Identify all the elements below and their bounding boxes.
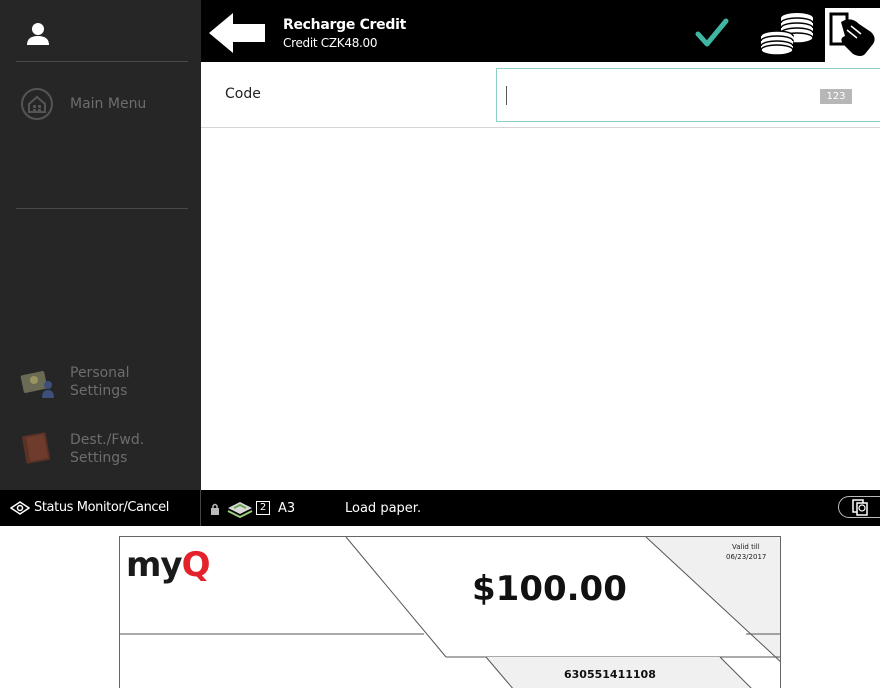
code-input[interactable]: 123 <box>496 68 880 122</box>
status-monitor-label: Status Monitor/Cancel <box>34 500 169 515</box>
sidebar-divider <box>16 208 188 209</box>
sidebar-item-label: Main Menu <box>70 96 147 112</box>
credit-balance: Credit CZK48.00 <box>283 36 378 50</box>
device-screen: Main Menu Personal Settings Dest./Fwd. S… <box>0 0 880 526</box>
logo-accent: Q <box>181 545 211 585</box>
status-monitor-icon <box>10 501 30 515</box>
lock-icon <box>211 503 219 515</box>
sidebar-item-personal-settings[interactable]: Personal Settings <box>0 362 201 402</box>
numeric-keyboard-badge[interactable]: 123 <box>820 89 852 104</box>
main-content: Code 123 <box>201 62 880 490</box>
code-label: Code <box>225 86 261 102</box>
credit-voucher: myQ $100.00 Valid till 06/23/2017 630551… <box>119 536 781 688</box>
personal-settings-icon <box>20 371 54 398</box>
back-arrow-icon[interactable] <box>207 12 267 54</box>
paper-size: A3 <box>278 501 296 516</box>
voucher-amount: $100.00 <box>472 569 627 609</box>
myq-logo: myQ <box>126 547 210 583</box>
sidebar-item-label-line2: Settings <box>70 383 128 399</box>
voucher-serial: 630551411108 <box>564 668 656 681</box>
sidebar-item-label: Dest./Fwd. Settings <box>70 431 144 467</box>
status-right-button[interactable] <box>838 496 880 518</box>
sidebar-item-label-line1: Personal <box>70 365 130 381</box>
checkmark-icon[interactable] <box>695 18 729 48</box>
voucher-layout-lines <box>120 537 780 688</box>
paper-tray-icon <box>227 502 253 518</box>
valid-till-date: 06/23/2017 <box>726 553 767 561</box>
coins-icon[interactable] <box>757 10 817 56</box>
header-bar: Recharge Credit Credit CZK48.00 <box>201 0 880 62</box>
sidebar: Main Menu Personal Settings Dest./Fwd. S… <box>0 0 201 490</box>
tray-number: 2 <box>256 501 270 515</box>
page-title: Recharge Credit <box>283 17 406 33</box>
text-caret <box>506 86 507 105</box>
hand-card-icon <box>829 12 875 56</box>
sidebar-item-label-line1: Dest./Fwd. <box>70 432 145 448</box>
logo-prefix: my <box>126 545 183 585</box>
user-area[interactable] <box>0 0 201 62</box>
home-icon <box>21 88 53 120</box>
valid-till-label: Valid till <box>732 543 760 551</box>
sidebar-divider <box>16 61 188 62</box>
sidebar-item-main-menu[interactable]: Main Menu <box>0 84 201 124</box>
status-monitor-button[interactable]: Status Monitor/Cancel <box>0 490 201 526</box>
code-row: Code 123 <box>201 62 880 128</box>
copy-search-icon <box>852 499 868 516</box>
sidebar-item-label: Personal Settings <box>70 364 130 400</box>
sidebar-item-dest-fwd-settings[interactable]: Dest./Fwd. Settings <box>0 429 201 469</box>
status-bar: Status Monitor/Cancel 2 A3 Load paper. <box>0 490 880 526</box>
user-icon[interactable] <box>24 20 52 48</box>
sidebar-item-label-line2: Settings <box>70 450 128 466</box>
status-message: Load paper. <box>345 501 422 516</box>
card-payment-button[interactable] <box>825 8 880 62</box>
address-book-icon <box>22 432 50 464</box>
